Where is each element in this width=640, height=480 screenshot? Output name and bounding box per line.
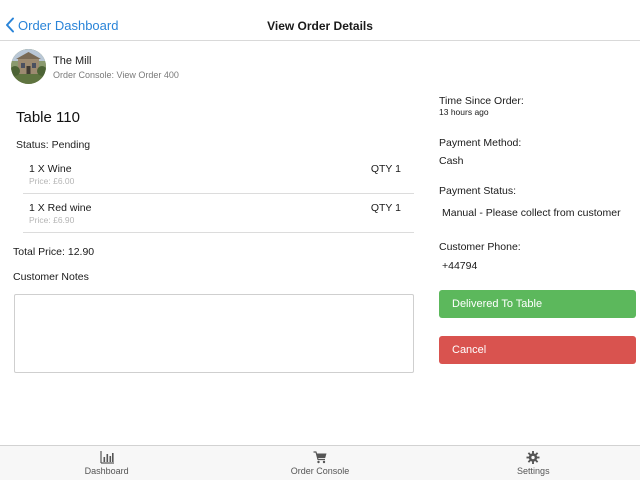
time-since-order-label: Time Since Order: — [439, 95, 524, 107]
item-price: Price: £6.00 — [29, 176, 75, 186]
tab-label: Settings — [517, 466, 550, 476]
tab-label: Order Console — [290, 466, 350, 476]
cancel-button[interactable]: Cancel — [439, 336, 636, 364]
list-item: 1 X Wine Price: £6.00 QTY 1 — [23, 155, 414, 194]
list-item: 1 X Red wine Price: £6.90 QTY 1 — [23, 194, 414, 233]
item-quantity: QTY 1 — [370, 163, 401, 175]
payment-method-label: Payment Method: — [439, 137, 522, 149]
tab-order-console[interactable]: Order Console — [213, 446, 426, 480]
chevron-left-icon — [6, 17, 14, 33]
payment-method-value: Cash — [439, 155, 464, 167]
order-status: Status: Pending — [16, 139, 91, 151]
payment-status-value: Manual - Please collect from customer — [442, 207, 621, 219]
item-name: 1 X Wine — [29, 163, 72, 175]
customer-notes-label: Customer Notes — [13, 271, 89, 283]
customer-phone-label: Customer Phone: — [439, 241, 521, 253]
cart-icon — [313, 451, 327, 464]
item-name: 1 X Red wine — [29, 202, 92, 214]
bar-chart-icon — [100, 451, 114, 464]
order-items-list: 1 X Wine Price: £6.00 QTY 1 1 X Red wine… — [23, 155, 414, 233]
delivered-button-label: Delivered To Table — [452, 298, 543, 310]
avatar — [11, 49, 46, 84]
gear-icon — [526, 451, 540, 464]
venue-header: The Mill Order Console: View Order 400 — [11, 49, 179, 84]
navigation-bar: Order Dashboard View Order Details — [0, 0, 640, 41]
tab-bar: Dashboard Order Console Settings — [0, 445, 640, 480]
venue-name: The Mill — [53, 55, 92, 67]
back-button[interactable]: Order Dashboard — [5, 17, 118, 33]
time-since-order-value: 13 hours ago — [439, 107, 489, 117]
total-price: Total Price: 12.90 — [13, 246, 95, 258]
customer-notes-field[interactable] — [14, 294, 414, 373]
tab-settings[interactable]: Settings — [427, 446, 640, 480]
back-button-label: Order Dashboard — [18, 17, 119, 33]
item-price: Price: £6.90 — [29, 215, 75, 225]
venue-subtitle: Order Console: View Order 400 — [53, 70, 179, 80]
item-quantity: QTY 1 — [370, 202, 401, 214]
delivered-to-table-button[interactable]: Delivered To Table — [439, 290, 636, 318]
table-title: Table 110 — [16, 109, 80, 126]
customer-phone-value: +44794 — [442, 260, 478, 272]
tab-dashboard[interactable]: Dashboard — [0, 446, 213, 480]
tab-label: Dashboard — [84, 466, 129, 476]
cancel-button-label: Cancel — [452, 344, 487, 356]
payment-status-label: Payment Status: — [439, 185, 517, 197]
